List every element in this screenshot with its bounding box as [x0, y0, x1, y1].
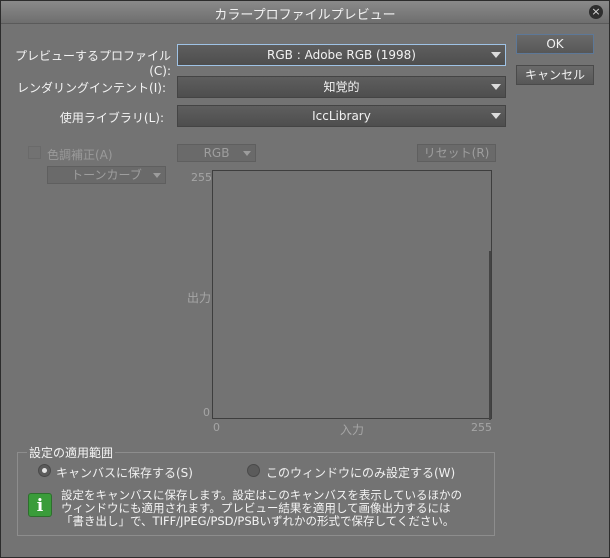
- window-title: カラープロファイルプレビュー: [214, 8, 396, 23]
- rendering-intent-select[interactable]: 知覚的: [177, 76, 506, 98]
- reset-button[interactable]: リセット(R): [417, 144, 496, 162]
- info-text-line-3: 「書き出し」で、TIFF/JPEG/PSD/PSBいずれかの形式で保存してくださ…: [61, 514, 455, 528]
- y-axis-label: 出力: [187, 291, 212, 305]
- tone-correction-checkbox[interactable]: [28, 146, 41, 159]
- channel-select[interactable]: RGB: [177, 144, 256, 162]
- library-label: 使用ライブラリ(L):: [59, 111, 164, 125]
- rendering-intent-label: レンダリングインテント(I):: [17, 81, 166, 95]
- chevron-down-icon: [491, 52, 501, 58]
- tone-correction-label: 色調補正(A): [47, 148, 113, 162]
- tone-curve-value: トーンカーブ: [71, 168, 142, 182]
- library-value: IccLibrary: [312, 109, 371, 123]
- x-axis-max-label: 255: [471, 421, 492, 434]
- title-bar[interactable]: カラープロファイルプレビュー ×: [1, 1, 609, 24]
- ok-button[interactable]: OK: [516, 34, 594, 54]
- this-window-only-label[interactable]: このウィンドウにのみ設定する(W): [266, 464, 455, 481]
- y-axis-max-label: 255: [191, 171, 212, 184]
- close-icon[interactable]: ×: [589, 5, 603, 19]
- x-axis-label: 入力: [340, 423, 365, 437]
- y-axis-min-label: 0: [203, 406, 210, 419]
- chevron-down-icon: [491, 113, 501, 119]
- tone-curve-graph[interactable]: [212, 170, 492, 420]
- preview-profile-label: プレビューするプロファイル(C):: [14, 49, 171, 78]
- preview-profile-value: RGB : Adobe RGB (1998): [267, 48, 416, 62]
- chevron-down-icon: [491, 84, 501, 90]
- save-to-canvas-label[interactable]: キャンバスに保存する(S): [56, 464, 193, 481]
- this-window-only-radio[interactable]: [247, 464, 260, 477]
- channel-value: RGB: [203, 146, 230, 160]
- chevron-down-icon: [153, 173, 161, 178]
- scope-group-title: 設定の適用範囲: [27, 444, 116, 461]
- tone-curve-select[interactable]: トーンカーブ: [47, 166, 166, 184]
- info-icon: i: [28, 493, 52, 517]
- rendering-intent-value: 知覚的: [323, 80, 360, 94]
- preview-profile-select[interactable]: RGB : Adobe RGB (1998): [177, 44, 506, 66]
- chevron-down-icon: [243, 151, 251, 156]
- x-axis-min-label: 0: [213, 421, 220, 434]
- cancel-button[interactable]: キャンセル: [516, 65, 594, 85]
- graph-edge: [489, 251, 491, 420]
- library-select[interactable]: IccLibrary: [177, 105, 506, 127]
- color-profile-preview-dialog: カラープロファイルプレビュー × プレビューするプロファイル(C): RGB :…: [0, 0, 610, 558]
- save-to-canvas-radio[interactable]: [38, 464, 51, 477]
